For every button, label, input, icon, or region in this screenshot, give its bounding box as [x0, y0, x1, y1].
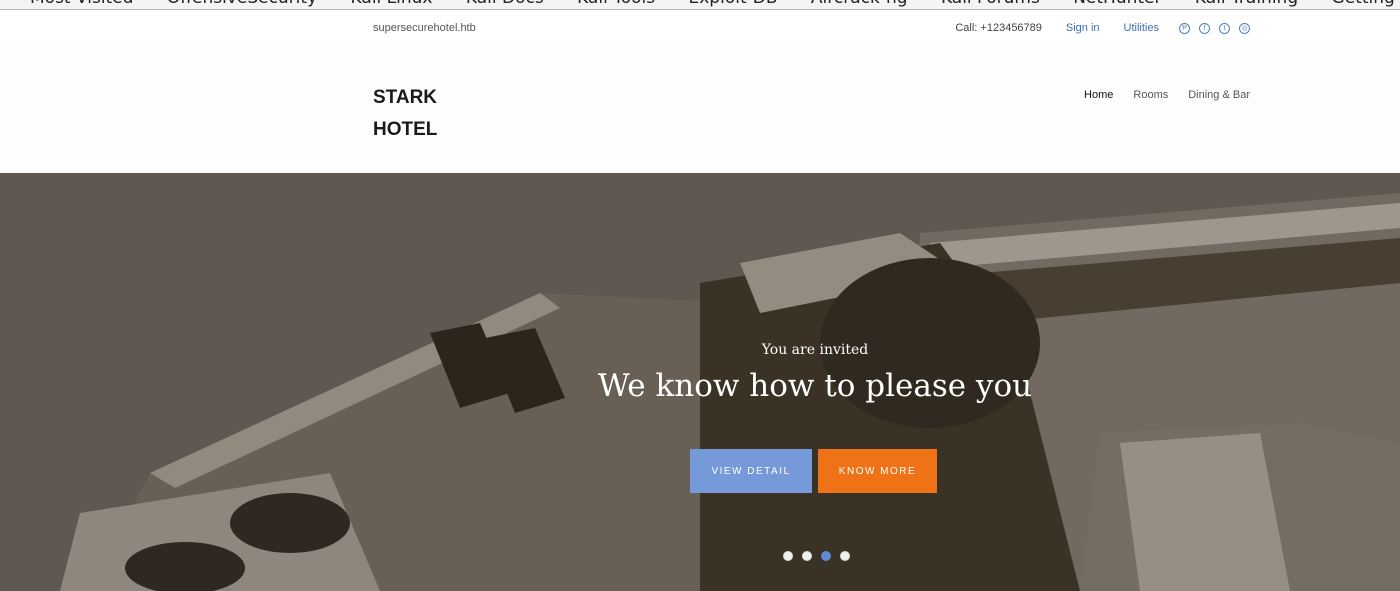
top-info-right: Call: +123456789 Sign in Utilities P f t… [955, 22, 1250, 34]
nav-home[interactable]: Home [1084, 89, 1113, 101]
site-logo[interactable]: STARK HOTEL [373, 82, 473, 146]
twitter-icon[interactable]: t [1219, 22, 1230, 34]
logo-line-1: STARK [373, 87, 438, 108]
hero-slider: You are invited We know how to please yo… [0, 173, 1400, 591]
bookmark-exploit-db[interactable]: Exploit-DB [689, 0, 778, 8]
bookmark-kali-docs[interactable]: Kali Docs [466, 0, 544, 8]
slider-dot-1[interactable] [783, 551, 793, 561]
site-header: STARK HOTEL Home Rooms Dining & Bar [0, 46, 1400, 173]
phone-number: Call: +123456789 [955, 22, 1042, 34]
nav-rooms[interactable]: Rooms [1133, 89, 1168, 101]
slider-dot-4[interactable] [840, 551, 850, 561]
bookmark-kali-tools[interactable]: Kali Tools [577, 0, 655, 8]
main-nav: Home Rooms Dining & Bar [1084, 89, 1250, 101]
bookmark-kali-forums[interactable]: Kali Forums [941, 0, 1040, 8]
pinterest-icon[interactable]: P [1179, 22, 1190, 34]
view-detail-button[interactable]: View Detail [690, 449, 812, 493]
top-info-bar: supersecurehotel.htb Call: +123456789 Si… [0, 10, 1400, 46]
bookmark-kali-training[interactable]: Kali Training [1195, 0, 1298, 8]
know-more-button[interactable]: Know More [818, 449, 937, 493]
facebook-icon[interactable]: f [1199, 22, 1210, 34]
bookmark-getting-started[interactable]: Getting Started [1332, 0, 1400, 8]
slider-dots [783, 551, 850, 561]
site-url: supersecurehotel.htb [373, 22, 476, 34]
bookmark-most-visited[interactable]: Most Visited [30, 0, 133, 8]
bookmark-offensive-security[interactable]: OffensiveSecurity [167, 0, 317, 8]
bookmark-aircrack[interactable]: Aircrack-ng [811, 0, 908, 8]
hero-title: We know how to please you [597, 368, 1033, 404]
bookmark-nethunter[interactable]: NetHunter [1073, 0, 1161, 8]
nav-dining-bar[interactable]: Dining & Bar [1188, 89, 1250, 101]
utilities-link[interactable]: Utilities [1124, 22, 1159, 34]
dribbble-icon[interactable]: ◎ [1239, 22, 1250, 34]
sign-in-link[interactable]: Sign in [1066, 22, 1100, 34]
hero-subtitle: You are invited [761, 342, 869, 358]
slider-dot-3[interactable] [821, 551, 831, 561]
social-links: P f t ◎ [1179, 22, 1250, 34]
bookmark-kali-linux[interactable]: Kali Linux [351, 0, 433, 8]
slider-dot-2[interactable] [802, 551, 812, 561]
logo-line-2: HOTEL [373, 119, 438, 140]
